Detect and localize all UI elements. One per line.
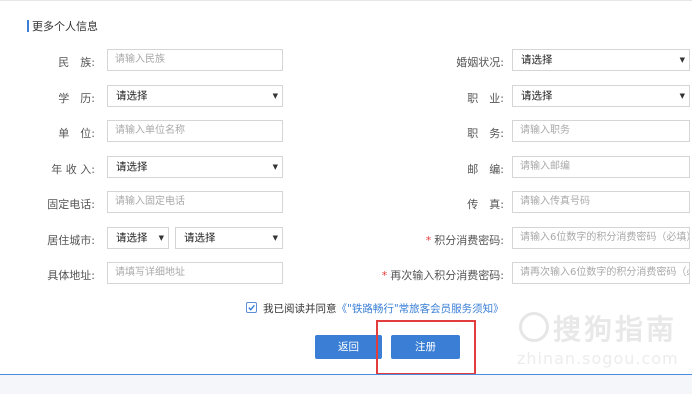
- chevron-down-icon: ▼: [679, 92, 685, 100]
- income-select[interactable]: 请选择 ▼: [107, 156, 283, 178]
- back-button[interactable]: 返回: [315, 335, 382, 359]
- points-password-confirm-input[interactable]: 请再次输入6位数字的积分消费密码（必: [512, 262, 690, 284]
- label-points-password-text: 积分消费密码:: [434, 234, 504, 247]
- check-icon: [248, 304, 255, 311]
- watermark-text: 搜狗指南: [553, 313, 678, 346]
- label-job-title: 职 务:: [467, 127, 504, 140]
- education-select-value: 请选择: [116, 90, 148, 102]
- required-mark: *: [425, 234, 432, 247]
- province-select-value: 请选择: [116, 232, 148, 244]
- education-select[interactable]: 请选择 ▼: [107, 85, 283, 107]
- employer-input[interactable]: 请输入单位名称: [107, 120, 283, 142]
- label-address: 具体地址:: [47, 269, 95, 282]
- marital-status-select[interactable]: 请选择 ▼: [512, 49, 690, 71]
- chevron-down-icon: ▼: [679, 56, 685, 64]
- watermark-url: zhinan.sogou.com: [517, 349, 679, 368]
- label-marital-status: 婚姻状况:: [456, 56, 504, 69]
- landline-input[interactable]: 请输入固定电话: [107, 191, 283, 213]
- label-occupation: 职 业:: [467, 92, 504, 105]
- label-city: 居住城市:: [47, 234, 95, 247]
- label-points-password-confirm: * 再次输入积分消费密码:: [382, 267, 504, 283]
- occupation-select[interactable]: 请选择 ▼: [512, 85, 690, 107]
- occupation-select-value: 请选择: [521, 90, 553, 102]
- marital-status-select-value: 请选择: [521, 54, 553, 66]
- city-select-value: 请选择: [184, 232, 216, 244]
- points-password-input[interactable]: 请输入6位数字的积分消费密码（必填）: [512, 227, 690, 249]
- chevron-down-icon: ▼: [272, 234, 278, 242]
- label-employer: 单 位:: [58, 127, 95, 140]
- label-points-password: * 积分消费密码:: [426, 232, 504, 248]
- label-education: 学 历:: [58, 92, 95, 105]
- required-mark: *: [381, 269, 388, 282]
- job-title-input[interactable]: 请输入职务: [512, 120, 690, 142]
- agreement-checkbox[interactable]: [246, 302, 257, 313]
- label-postcode: 邮 编:: [467, 163, 504, 176]
- agreement-link[interactable]: 《"铁路畅行"常旅客会员服务须知》: [337, 303, 504, 315]
- label-fax: 传 真:: [467, 198, 504, 211]
- register-highlight-box: [376, 320, 476, 375]
- income-select-value: 请选择: [116, 161, 148, 173]
- section-accent-bar: [27, 20, 29, 32]
- footer-strip: [0, 374, 692, 394]
- label-points-password-confirm-text: 再次输入积分消费密码:: [390, 269, 504, 282]
- watermark-logo-icon: [519, 312, 549, 342]
- ethnicity-input[interactable]: 请输入民族: [107, 49, 283, 71]
- address-input[interactable]: 请填写详细地址: [107, 262, 283, 284]
- agreement-text: 我已阅读并同意《"铁路畅行"常旅客会员服务须知》: [263, 301, 504, 316]
- province-select[interactable]: 请选择 ▼: [107, 227, 169, 249]
- label-landline: 固定电话:: [47, 198, 95, 211]
- section-title: 更多个人信息: [32, 20, 98, 33]
- chevron-down-icon: ▼: [158, 234, 164, 242]
- fax-input[interactable]: 请输入传真号码: [512, 191, 690, 213]
- top-divider: [0, 0, 692, 1]
- chevron-down-icon: ▼: [272, 92, 278, 100]
- city-select[interactable]: 请选择 ▼: [175, 227, 283, 249]
- agreement-prefix: 我已阅读并同意: [263, 303, 337, 315]
- postcode-input[interactable]: 请输入邮编: [512, 156, 690, 178]
- label-income: 年 收 入:: [51, 163, 95, 176]
- label-ethnicity: 民 族:: [58, 56, 95, 69]
- chevron-down-icon: ▼: [272, 163, 278, 171]
